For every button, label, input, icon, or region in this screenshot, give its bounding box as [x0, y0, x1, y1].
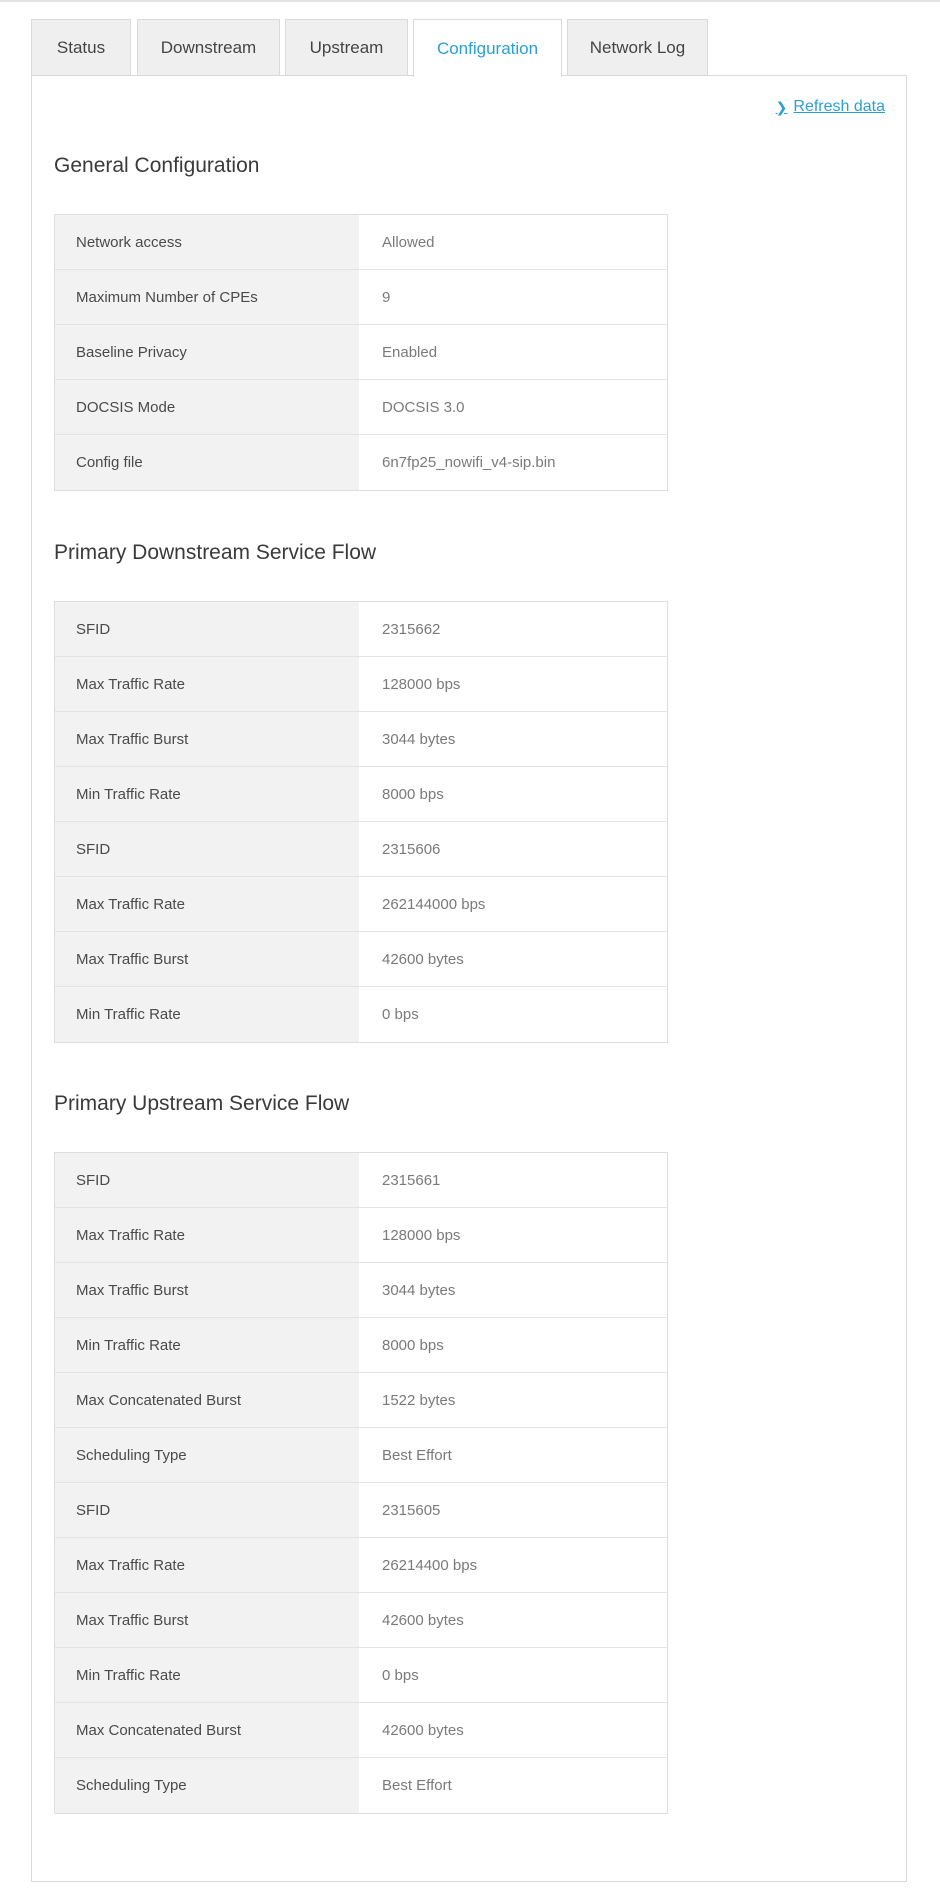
row-value: Best Effort	[382, 1777, 452, 1794]
row-label: Min Traffic Rate	[55, 1318, 362, 1372]
table-row: Min Traffic Rate 0 bps	[55, 987, 667, 1042]
row-value: DOCSIS 3.0	[382, 398, 465, 416]
row-value: Allowed	[382, 233, 435, 251]
row-value: 262144000 bps	[382, 895, 486, 913]
tab-network-log[interactable]: Network Log	[567, 19, 708, 76]
refresh-data-label: Refresh data	[793, 98, 885, 115]
row-label: Scheduling Type	[55, 1758, 362, 1813]
row-value: 128000 bps	[382, 1226, 461, 1244]
row-value: 6n7fp25_nowifi_v4-sip.bin	[382, 454, 556, 471]
configuration-panel: ❯ Refresh data General Configuration Net…	[31, 75, 907, 1882]
row-value: 0 bps	[382, 1006, 419, 1023]
tab-status[interactable]: Status	[31, 19, 131, 76]
row-label: Max Traffic Rate	[55, 1208, 362, 1262]
row-label: Max Traffic Burst	[55, 1263, 362, 1317]
row-label: SFID	[55, 602, 362, 656]
row-label: Max Traffic Burst	[55, 712, 362, 766]
tab-downstream[interactable]: Downstream	[137, 19, 280, 76]
general-configuration-table: Network access Allowed Maximum Number of …	[54, 214, 668, 491]
table-row: Max Concatenated Burst 1522 bytes	[55, 1373, 667, 1428]
chevron-right-icon: ❯	[775, 98, 788, 115]
tab-upstream[interactable]: Upstream	[285, 19, 408, 76]
primary-downstream-service-flow-table: SFID 2315662 Max Traffic Rate 128000 bps M…	[54, 601, 668, 1043]
row-label: Max Concatenated Burst	[55, 1703, 362, 1757]
row-label: Max Traffic Rate	[55, 877, 362, 931]
row-label: Network access	[55, 215, 362, 269]
section-title-primary-upstream-service-flow: Primary Upstream Service Flow	[54, 1092, 350, 1115]
row-label: Scheduling Type	[55, 1428, 362, 1482]
row-value: 2315606	[382, 840, 441, 858]
row-value: Enabled	[382, 343, 438, 361]
row-label: SFID	[55, 1483, 362, 1537]
table-row: Network access Allowed	[55, 215, 667, 270]
table-row: Max Traffic Burst 42600 bytes	[55, 1593, 667, 1648]
table-row: Max Concatenated Burst 42600 bytes	[55, 1703, 667, 1758]
row-value: 42600 bytes	[382, 950, 464, 968]
table-row: Max Traffic Rate 128000 bps	[55, 1208, 667, 1263]
table-row: Max Traffic Rate 262144000 bps	[55, 877, 667, 932]
top-divider	[0, 0, 940, 2]
table-row: Max Traffic Rate 26214400 bps	[55, 1538, 667, 1593]
table-row: Max Traffic Rate 128000 bps	[55, 657, 667, 712]
table-row: Max Traffic Burst 3044 bytes	[55, 712, 667, 767]
table-row: Min Traffic Rate 8000 bps	[55, 1318, 667, 1373]
table-row: SFID 2315661	[55, 1153, 667, 1208]
row-value: 2315605	[382, 1501, 441, 1519]
table-row: Max Traffic Burst 3044 bytes	[55, 1263, 667, 1318]
table-row: Min Traffic Rate 0 bps	[55, 1648, 667, 1703]
row-label: Min Traffic Rate	[55, 767, 362, 821]
row-value: 3044 bytes	[382, 1281, 456, 1299]
row-value: 9	[382, 288, 391, 306]
row-label: Config file	[55, 435, 362, 490]
row-value: 3044 bytes	[382, 730, 456, 748]
row-label: Max Traffic Rate	[55, 1538, 362, 1592]
row-label: DOCSIS Mode	[55, 380, 362, 434]
tab-configuration[interactable]: Configuration	[413, 19, 562, 77]
row-label: Min Traffic Rate	[55, 1648, 362, 1702]
tab-bar: Status Downstream Upstream Configuration…	[31, 19, 911, 77]
table-row: Min Traffic Rate 8000 bps	[55, 767, 667, 822]
row-label: Max Traffic Burst	[55, 932, 362, 986]
row-value: 26214400 bps	[382, 1556, 478, 1574]
table-row: Max Traffic Burst 42600 bytes	[55, 932, 667, 987]
row-label: Max Traffic Burst	[55, 1593, 362, 1647]
row-value: 0 bps	[382, 1666, 419, 1684]
row-label: SFID	[55, 1153, 362, 1207]
row-value: 8000 bps	[382, 1336, 444, 1354]
row-label: Max Concatenated Burst	[55, 1373, 362, 1427]
row-value: 1522 bytes	[382, 1391, 456, 1409]
row-value: 42600 bytes	[382, 1721, 464, 1739]
row-value: Best Effort	[382, 1446, 452, 1464]
row-label: Max Traffic Rate	[55, 657, 362, 711]
row-label: Min Traffic Rate	[55, 987, 362, 1042]
table-row: Maximum Number of CPEs 9	[55, 270, 667, 325]
row-value: 2315661	[382, 1171, 441, 1189]
section-title-general-configuration: General Configuration	[54, 154, 260, 177]
row-label: SFID	[55, 822, 362, 876]
row-value: 128000 bps	[382, 675, 461, 693]
table-row: DOCSIS Mode DOCSIS 3.0	[55, 380, 667, 435]
section-title-primary-downstream-service-flow: Primary Downstream Service Flow	[54, 541, 377, 564]
table-row: SFID 2315606	[55, 822, 667, 877]
row-label: Baseline Privacy	[55, 325, 362, 379]
table-row: SFID 2315662	[55, 602, 667, 657]
refresh-data-link[interactable]: ❯ Refresh data	[776, 98, 885, 116]
row-value: 42600 bytes	[382, 1611, 464, 1629]
table-row: Baseline Privacy Enabled	[55, 325, 667, 380]
table-row: SFID 2315605	[55, 1483, 667, 1538]
primary-upstream-service-flow-table: SFID 2315661 Max Traffic Rate 128000 bps M…	[54, 1152, 668, 1814]
row-label: Maximum Number of CPEs	[55, 270, 362, 324]
table-row: Config file 6n7fp25_nowifi_v4-sip.bin	[55, 435, 667, 490]
row-value: 2315662	[382, 620, 441, 638]
table-row: Scheduling Type Best Effort	[55, 1428, 667, 1483]
table-row: Scheduling Type Best Effort	[55, 1758, 667, 1813]
row-value: 8000 bps	[382, 785, 444, 803]
